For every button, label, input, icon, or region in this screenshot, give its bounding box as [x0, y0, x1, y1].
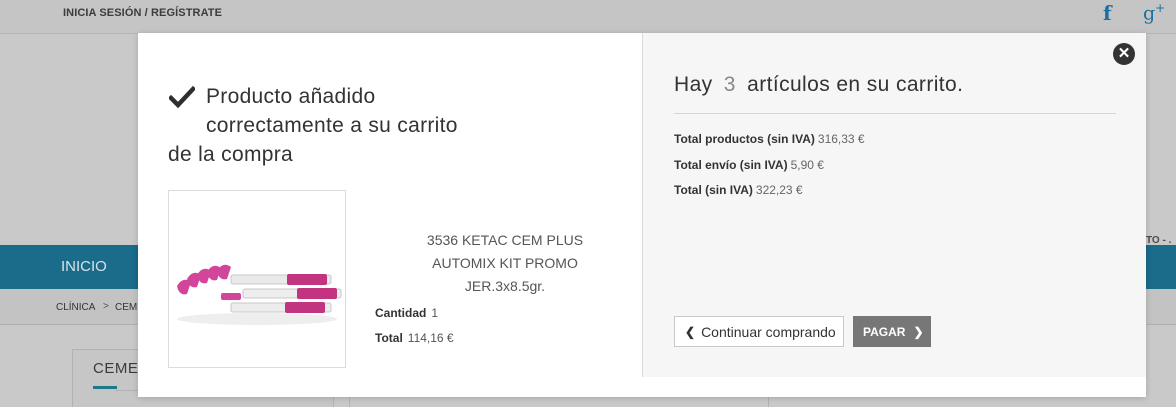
sidebar-title-underline	[93, 386, 117, 389]
total-shipping-line: Total envío (sin IVA) 5,90 €	[674, 158, 824, 172]
product-illustration	[177, 264, 342, 325]
total-products-line: Total productos (sin IVA) 316,33 €	[674, 132, 865, 146]
added-line-1: Producto añadido	[206, 85, 376, 108]
google-plus-glyph: g	[1143, 2, 1156, 25]
login-register-link[interactable]: INICIA SESIÓN / REGÍSTRATE	[63, 7, 222, 19]
total-line: Total (sin IVA) 322,23 €	[674, 183, 803, 197]
facebook-icon[interactable]: f	[1103, 1, 1112, 25]
cart-title-prefix: Hay	[674, 73, 713, 96]
total-products-value: 316,33 €	[817, 132, 865, 146]
total-shipping-label: Total envío (sin IVA)	[674, 158, 788, 172]
product-total: Total 114,16 €	[375, 331, 454, 345]
product-total-label: Total	[375, 331, 403, 345]
continue-shopping-label: Continuar comprando	[701, 323, 836, 340]
cart-summary-title: Hay 3 artículos en su carrito.	[674, 73, 963, 97]
continue-shopping-button[interactable]: ❮ Continuar comprando	[674, 316, 844, 347]
close-icon[interactable]: ✕	[1113, 43, 1135, 65]
pay-button[interactable]: PAGAR ❯	[853, 316, 931, 347]
product-name-line-1: 3536 KETAC CEM PLUS	[426, 232, 584, 248]
quantity-label: Cantidad	[375, 306, 427, 320]
chevron-left-icon: ❮	[685, 324, 696, 339]
product-name-line-2: AUTOMIX KIT PROMO	[432, 255, 578, 271]
added-line-3: de la compra	[168, 143, 293, 166]
chevron-right-icon: ❯	[913, 324, 924, 339]
sidebar-title: CEME	[93, 360, 139, 377]
product-total-value: 114,16 €	[407, 331, 454, 345]
quantity-value: 1	[431, 306, 439, 320]
modal-product-panel: Producto añadido correctamente a su carr…	[138, 33, 642, 377]
total-shipping-value: 5,90 €	[790, 158, 824, 172]
total-label: Total (sin IVA)	[674, 183, 753, 197]
cart-modal: Producto añadido correctamente a su carr…	[138, 33, 1146, 397]
product-quantity: Cantidad 1	[375, 306, 438, 320]
breadcrumb-separator: >	[103, 301, 109, 312]
total-value: 322,23 €	[755, 183, 803, 197]
product-name: 3536 KETAC CEM PLUS AUTOMIX KIT PROMO JE…	[390, 229, 620, 298]
google-plus-icon[interactable]: g+	[1143, 1, 1165, 24]
nav-item-inicio[interactable]: INICIO	[61, 258, 107, 275]
breadcrumb-item-category[interactable]: CEMI	[115, 302, 140, 313]
product-image	[168, 190, 346, 368]
cart-title-suffix: artículos en su carrito.	[747, 73, 964, 96]
cart-divider	[674, 113, 1116, 114]
product-name-line-3: JER.3x8.5gr.	[464, 278, 546, 294]
google-plus-sup: +	[1155, 1, 1166, 15]
top-bar: INICIA SESIÓN / REGÍSTRATE f g+	[0, 0, 1176, 34]
modal-cart-panel: Hay 3 artículos en su carrito. Total pro…	[642, 33, 1146, 377]
pay-label: PAGAR	[863, 324, 906, 339]
breadcrumb-item-clinica[interactable]: CLÍNICA	[56, 302, 95, 313]
total-products-label: Total productos (sin IVA)	[674, 132, 815, 146]
added-confirmation-title: Producto añadido correctamente a su carr…	[168, 82, 528, 169]
added-line-2: correctamente a su carrito	[206, 114, 458, 137]
cart-item-count: 3	[723, 73, 736, 96]
